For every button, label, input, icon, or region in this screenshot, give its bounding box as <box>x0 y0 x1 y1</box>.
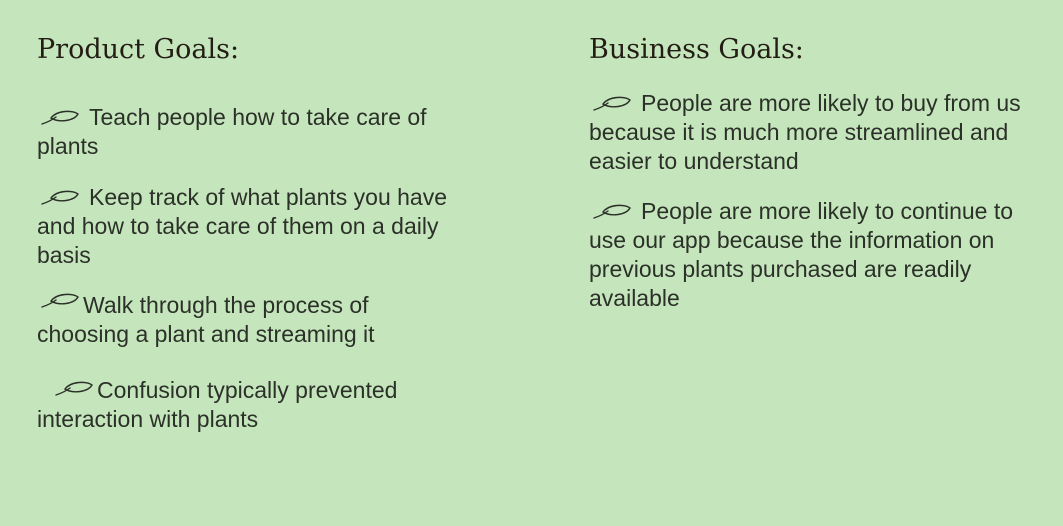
product-goal-item: Confusion typically prevented interactio… <box>37 376 457 434</box>
product-goal-item: Walk through the process of choosing a p… <box>37 291 457 349</box>
business-goal-item: People are more likely to continue to us… <box>589 197 1049 313</box>
product-goal-item: Keep track of what plants you have and h… <box>37 183 457 270</box>
leaf-icon <box>37 188 83 206</box>
product-goal-text: Walk through the process of choosing a p… <box>37 292 375 347</box>
leaf-icon <box>37 108 83 126</box>
business-goal-item: People are more likely to buy from us be… <box>589 89 1049 176</box>
product-goal-text: Keep track of what plants you have and h… <box>37 184 447 268</box>
product-goals-heading: Product Goals: <box>37 34 240 65</box>
leaf-icon <box>589 94 635 112</box>
leaf-icon <box>589 202 635 220</box>
product-goal-text: Teach people how to take care of plants <box>37 104 427 159</box>
business-goal-text: People are more likely to buy from us be… <box>589 90 1021 174</box>
business-goal-text: People are more likely to continue to us… <box>589 198 1014 311</box>
product-goal-item: Teach people how to take care of plants <box>37 103 457 161</box>
leaf-icon <box>37 293 83 314</box>
business-goals-heading: Business Goals: <box>589 34 804 65</box>
leaf-icon <box>37 381 97 399</box>
